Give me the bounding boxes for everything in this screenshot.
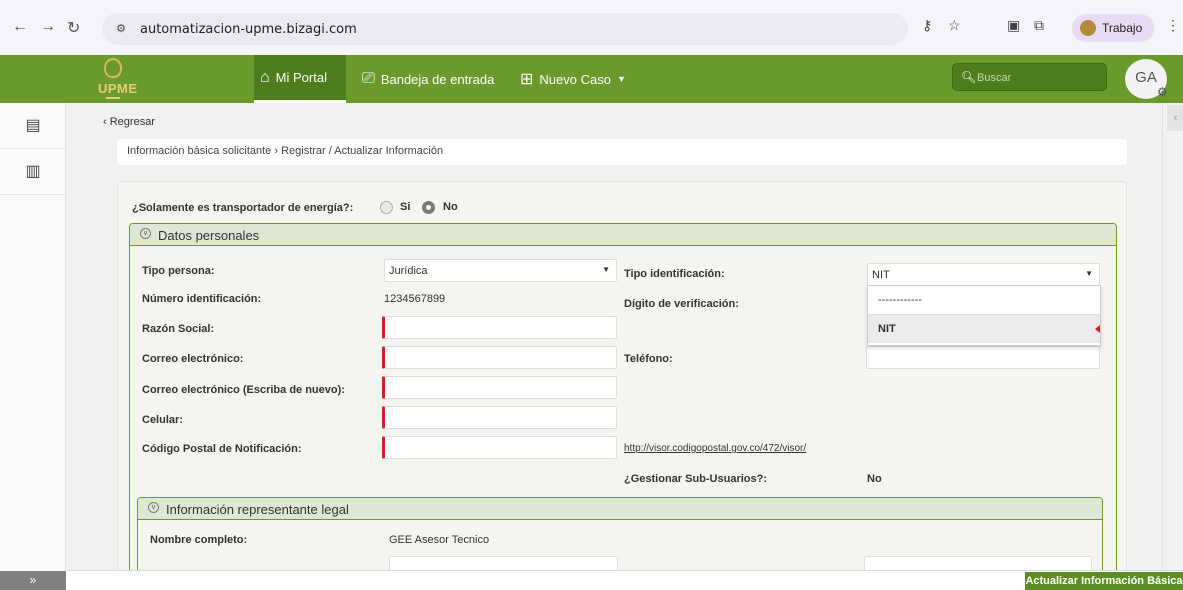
tipo-identificacion-select[interactable]: NIT ▼ [867, 263, 1100, 287]
back-link[interactable]: ‹ Regresar [103, 116, 155, 128]
transportador-question: ¿Solamente es transportador de energía?: [132, 202, 354, 214]
collapse-right-panel-icon[interactable]: ‹ [1167, 105, 1183, 131]
form-card: ¿Solamente es transportador de energía?:… [117, 181, 1127, 570]
breadcrumb-text: Información básica solicitante › Registr… [127, 145, 444, 157]
representante-header[interactable]: v Información representante legal [138, 498, 1102, 520]
nav-bandeja[interactable]: ⎚ Bandeja de entrada [362, 55, 494, 103]
nombre-completo-value: GEE Asesor Tecnico [389, 534, 490, 546]
forward-arrow-icon[interactable]: → [40, 18, 56, 36]
update-info-button[interactable]: Actualizar Información Básica [1025, 572, 1183, 590]
radio-no-label: No [443, 201, 458, 213]
datos-personales-section: v Datos personales Tipo persona: Jurídic… [129, 223, 1117, 570]
selected-marker-icon [1095, 325, 1100, 333]
user-settings-gear-icon[interactable]: ⚙ [1157, 85, 1168, 99]
dropdown-option-nit-label: NIT [878, 323, 896, 335]
datos-personales-header[interactable]: v Datos personales [130, 224, 1116, 246]
tipo-persona-label: Tipo persona: [142, 265, 215, 277]
sub-usuarios-label: ¿Gestionar Sub-Usuarios?: [624, 473, 768, 485]
new-case-icon: ⊞ [520, 71, 534, 88]
logo-underline [106, 97, 120, 99]
tipo-persona-value: Jurídica [389, 265, 428, 277]
browser-toolbar: ← → ↻ ⚙ automatizacion-upme.bizagi.com ⚷… [0, 0, 1183, 55]
collapse-chevron-icon: v [140, 228, 151, 239]
correo-label: Correo electrónico: [142, 353, 244, 365]
nombre-completo-label: Nombre completo: [150, 534, 248, 546]
profile-label: Trabajo [1102, 21, 1143, 35]
search-input[interactable] [977, 68, 1097, 88]
celular-label: Celular: [142, 414, 183, 426]
nav-nuevo-caso-label: Nuevo Caso [539, 71, 611, 87]
datos-personales-title: Datos personales [158, 228, 260, 243]
select-caret-icon: ▼ [602, 265, 610, 274]
address-bar[interactable]: ⚙ automatizacion-upme.bizagi.com [102, 13, 908, 45]
nav-mi-portal-label: Mi Portal [275, 70, 327, 85]
radio-si[interactable] [380, 201, 393, 214]
sidebar-list-icon[interactable]: ▥ [0, 149, 66, 195]
representante-input-1[interactable] [389, 556, 618, 570]
nav-nuevo-caso[interactable]: ⊞ Nuevo Caso ▼ [520, 55, 626, 103]
codigo-postal-label: Código Postal de Notificación: [142, 443, 302, 455]
nav-bandeja-label: Bandeja de entrada [380, 71, 495, 87]
left-sidebar: ▤ ▥ » [0, 103, 66, 590]
sub-usuarios-value: No [867, 473, 882, 485]
profile-chip[interactable]: Trabajo [1072, 14, 1154, 42]
dropdown-option-nit[interactable]: NIT [868, 314, 1100, 343]
profile-avatar [1080, 20, 1096, 36]
logo-text: UPME [98, 81, 138, 96]
back-arrow-icon[interactable]: ← [12, 18, 28, 36]
representante-input-2[interactable] [864, 556, 1092, 570]
bookmark-star-icon[interactable]: ☆ [948, 17, 961, 34]
browser-menu-icon[interactable]: ⋮ [1166, 17, 1180, 34]
representante-section: v Información representante legal Nombre… [137, 497, 1103, 570]
site-info-icon[interactable]: ⚙ [110, 21, 132, 37]
numero-identificacion-label: Número identificación: [142, 293, 262, 305]
razon-social-input[interactable] [382, 316, 617, 339]
tipo-identificacion-value: NIT [872, 269, 890, 281]
url-text: automatizacion-upme.bizagi.com [140, 22, 357, 37]
upme-logo[interactable]: UPME [68, 55, 254, 103]
radio-si-label: Si [400, 201, 411, 213]
extension-t-icon[interactable]: ▣ [1007, 17, 1020, 34]
tipo-identificacion-label: Tipo identificación: [624, 268, 725, 280]
representante-title: Información representante legal [166, 502, 349, 517]
footer-bar [66, 570, 1183, 590]
chevron-left-icon: ‹ [103, 116, 110, 128]
chevron-down-icon: ▼ [616, 74, 626, 84]
password-key-icon[interactable]: ⚷ [922, 17, 932, 34]
logo-emblem-icon [104, 58, 122, 78]
search-box[interactable]: 🔍︎ [952, 63, 1107, 91]
search-icon: 🔍︎ [961, 70, 977, 84]
sidebar-document-icon[interactable]: ▤ [0, 103, 66, 149]
app-header: UPME ⌂ Mi Portal ⎚ Bandeja de entrada ⊞ … [0, 55, 1183, 103]
radio-no[interactable] [422, 201, 435, 214]
correo-input[interactable] [382, 346, 617, 369]
select-caret-icon: ▼ [1085, 269, 1093, 278]
codigo-postal-input[interactable] [382, 436, 617, 459]
razon-social-label: Razón Social: [142, 323, 215, 335]
home-icon: ⌂ [260, 68, 270, 86]
inbox-icon: ⎚ [362, 70, 375, 87]
telefono-label: Teléfono: [624, 353, 673, 365]
codigo-postal-link[interactable]: http://visor.codigopostal.gov.co/472/vis… [624, 443, 806, 454]
dropdown-option-empty[interactable]: ------------ [868, 286, 1100, 315]
celular-input[interactable] [382, 406, 617, 429]
numero-identificacion-value: 1234567899 [384, 293, 446, 305]
extensions-puzzle-icon[interactable]: ⧉ [1034, 17, 1044, 34]
digito-verificacion-label: Dígito de verificación: [624, 298, 739, 310]
correo-repetir-label: Correo electrónico (Escriba de nuevo): [142, 384, 345, 396]
tipo-persona-select[interactable]: Jurídica ▼ [384, 259, 617, 282]
reload-icon[interactable]: ↻ [67, 18, 80, 38]
dropdown-option-empty-label: ------------ [878, 294, 922, 306]
collapse-chevron-icon: v [148, 502, 159, 513]
sidebar-expand-icon[interactable]: » [0, 571, 66, 590]
back-label: Regresar [109, 116, 155, 128]
nav-mi-portal[interactable]: ⌂ Mi Portal [254, 55, 346, 103]
tipo-identificacion-dropdown: ------------ NIT [867, 285, 1101, 346]
telefono-input[interactable] [866, 346, 1100, 369]
right-rail: ‹ [1162, 103, 1183, 570]
breadcrumb: Información básica solicitante › Registr… [117, 139, 1127, 165]
correo-repetir-input[interactable] [382, 376, 617, 399]
